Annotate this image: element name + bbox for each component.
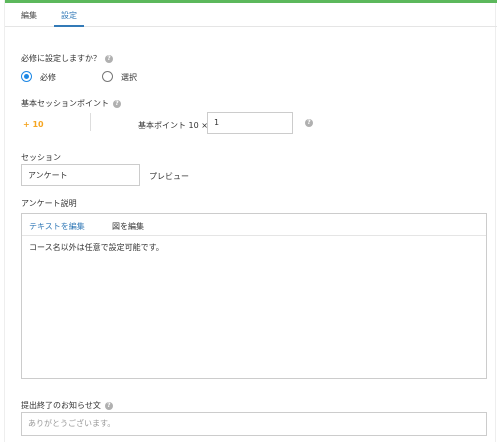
settings-panel: 編集 設定 必修に設定しますか？? 必修 選択 基本セッションポイント? + 1… <box>4 0 497 442</box>
basic-points-label: 基本セッションポイント <box>21 99 109 108</box>
tab-bar: 編集 設定 <box>5 3 497 27</box>
completion-notice-label: 提出終了のお知らせ文 <box>21 401 101 410</box>
multiplier-input[interactable]: 1 <box>207 112 293 134</box>
session-name-value: アンケート <box>28 171 68 180</box>
editor-content[interactable]: コース名以外は任意で設定可能です。 <box>29 242 164 253</box>
radio-required-label: 必修 <box>40 73 56 82</box>
completion-notice-placeholder: ありがとうございます。 <box>28 419 116 428</box>
radio-elective-label: 選択 <box>121 73 137 82</box>
points-value: + 10 <box>23 120 44 129</box>
description-editor[interactable]: テキストを編集 図を編集 コース名以外は任意で設定可能です。 <box>21 213 487 379</box>
completion-notice-heading: 提出終了のお知らせ文? <box>21 400 113 411</box>
points-divider <box>90 113 91 131</box>
help-icon[interactable]: ? <box>305 119 313 127</box>
tab-edit-text[interactable]: テキストを編集 <box>29 221 85 232</box>
multiplier-label: 基本ポイント 10 × <box>138 121 208 130</box>
preview-link[interactable]: プレビュー <box>149 171 189 182</box>
tab-settings[interactable]: 設定 <box>61 10 77 21</box>
help-icon[interactable]: ? <box>104 401 113 410</box>
session-label: セッション <box>21 153 61 162</box>
radio-required[interactable] <box>21 71 32 82</box>
session-name-input[interactable]: アンケート <box>21 164 140 186</box>
multiplier-input-value: 1 <box>214 118 220 127</box>
required-question-label: 必修に設定しますか？ <box>21 54 101 63</box>
description-label: アンケート説明 <box>21 199 77 208</box>
tab-edit[interactable]: 編集 <box>21 10 37 21</box>
basic-points-heading: 基本セッションポイント? <box>21 98 121 109</box>
completion-notice-input[interactable]: ありがとうございます。 <box>21 412 487 436</box>
active-tab-indicator <box>54 25 84 27</box>
help-icon[interactable]: ? <box>113 99 121 108</box>
editor-tab-bar: テキストを編集 図を編集 <box>22 214 486 236</box>
radio-elective[interactable] <box>102 71 113 82</box>
required-question: 必修に設定しますか？? <box>21 53 113 64</box>
help-icon[interactable]: ? <box>105 54 113 63</box>
tab-edit-figure[interactable]: 図を編集 <box>112 221 144 232</box>
